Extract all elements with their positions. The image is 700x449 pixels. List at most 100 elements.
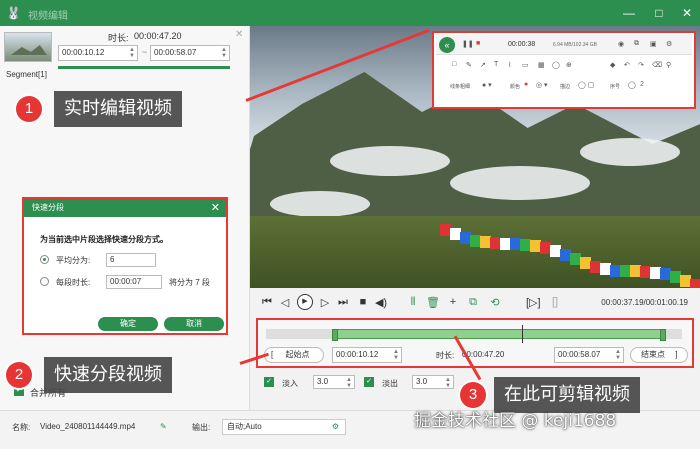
recording-toolbar-top: « ❚❚ ■ 00:00:38 6.94 MB/102.34 GB ◉ ⧉ ▣ … <box>436 35 692 55</box>
highlight-tool-icon[interactable]: ▭ <box>522 61 529 69</box>
pin-icon[interactable]: ⚲ <box>666 61 671 69</box>
dialog-close-icon[interactable]: ✕ <box>211 199 220 217</box>
video-cloud <box>330 146 450 176</box>
fade-in-label: 淡入 <box>282 379 298 388</box>
color-red-swatch[interactable]: ● <box>524 81 528 88</box>
set-end-button[interactable]: 结束点 ] <box>630 347 688 363</box>
spinner-icon[interactable]: ▲ ▼ <box>221 47 227 59</box>
segment-thumbnail[interactable] <box>4 32 52 62</box>
video-cloud <box>270 191 370 217</box>
mark-in-icon[interactable]: [▷] <box>526 296 541 309</box>
spinner-icon[interactable]: ▲ ▼ <box>129 47 135 59</box>
camera-icon[interactable]: ◉ <box>618 40 624 48</box>
output-settings-icon[interactable]: ⚙ <box>332 420 339 434</box>
arrow-tool-icon[interactable]: ↗ <box>480 61 486 69</box>
delete-icon[interactable]: 🗑 <box>426 296 440 309</box>
fade-out-value: 3.0 <box>416 377 428 386</box>
pause-icon[interactable]: ❚❚ <box>462 40 474 48</box>
dialog-prompt: 为当前选中片段选择快速分段方式。 <box>40 235 168 244</box>
spinner-icon[interactable]: ▲ ▼ <box>445 377 451 389</box>
app-logo-icon: 🐰 <box>6 6 21 20</box>
split-duration-radio[interactable] <box>40 277 49 286</box>
maximize-button[interactable]: □ <box>650 4 668 22</box>
timeline-track[interactable] <box>266 325 682 343</box>
redo-icon[interactable]: ↷ <box>638 61 644 69</box>
edit-name-icon[interactable]: ✎ <box>160 422 167 431</box>
record-icon[interactable]: ▣ <box>650 40 657 48</box>
trim-start-handle[interactable] <box>332 329 338 341</box>
settings-icon[interactable]: ⚙ <box>666 40 672 48</box>
number-selector[interactable]: ◯ <box>628 81 636 89</box>
play-icon[interactable]: ▶ <box>297 294 313 310</box>
line-width-selector[interactable]: ● ▾ <box>482 81 492 89</box>
spinner-icon[interactable]: ▲ ▼ <box>393 349 399 361</box>
app-window: { "titlebar": {"title": "视频编辑", "minimiz… <box>0 0 700 449</box>
split-duration-label: 每段时长: <box>56 278 91 287</box>
step-back-icon[interactable]: ◁ <box>278 296 292 309</box>
stop-icon[interactable]: ■ <box>356 296 370 308</box>
timeline-selection[interactable] <box>332 329 666 341</box>
dialog-header: 快速分段 ✕ <box>24 199 226 217</box>
color-picker[interactable]: ◎ ▾ <box>536 81 548 89</box>
trim-duration-label: 时长: <box>436 351 455 360</box>
reset-icon[interactable]: ⟲ <box>488 296 502 309</box>
dialog-ok-button[interactable]: 确定 <box>98 317 158 331</box>
callout-badge-3: 3 <box>460 382 486 408</box>
stroke-selector[interactable]: ◯ ▢ <box>578 81 594 89</box>
fade-out-checkbox[interactable]: ✓ <box>364 377 374 387</box>
pen-tool-icon[interactable]: ✎ <box>466 61 472 69</box>
playhead[interactable] <box>522 325 523 343</box>
set-start-label: 起始点 <box>285 350 310 359</box>
trim-start-input[interactable]: 00:00:10.12 ▲ ▼ <box>332 347 402 363</box>
collapse-icon[interactable]: « <box>439 37 455 53</box>
trim-start-value: 00:00:10.12 <box>336 350 379 359</box>
rectangle-tool-icon[interactable]: □ <box>452 61 456 68</box>
undo-icon[interactable]: ↶ <box>624 61 630 69</box>
set-start-button[interactable]: [ 起始点 <box>264 347 324 363</box>
line-tool-icon[interactable]: ⌇ <box>508 61 511 69</box>
trim-end-value: 00:00:58.07 <box>558 350 601 359</box>
fade-in-input[interactable]: 3.0 ▲ ▼ <box>313 375 355 389</box>
add-icon[interactable]: + <box>446 296 460 308</box>
text-tool-icon[interactable]: T <box>494 61 498 68</box>
output-value: 自动;Auto <box>227 422 262 431</box>
stop-icon[interactable]: ■ <box>476 40 480 47</box>
trim-end-input[interactable]: 00:00:58.07 ▲ ▼ <box>554 347 624 363</box>
split-icon[interactable]: ⫴ <box>406 296 420 309</box>
step-forward-icon[interactable]: ▷ <box>318 296 332 309</box>
eraser-icon[interactable]: ◆ <box>610 61 615 69</box>
recording-size: 6.94 MB/102.34 GB <box>553 42 597 48</box>
segment-close-icon[interactable]: ✕ <box>235 29 243 40</box>
prev-frame-icon[interactable]: ⏮ <box>260 296 274 309</box>
screenshot-icon[interactable]: ⧉ <box>634 40 639 48</box>
copy-icon[interactable]: ⧉ <box>466 296 480 309</box>
split-count-value: 6 <box>110 255 115 264</box>
output-select[interactable]: 自动;Auto ⚙ <box>222 419 346 435</box>
laser-tool-icon[interactable]: ⊕ <box>566 61 572 69</box>
spinner-icon[interactable]: ▲ ▼ <box>346 377 352 389</box>
close-button[interactable]: ✕ <box>678 4 696 22</box>
split-duration-input[interactable]: 00:00:07 <box>106 275 162 289</box>
mark-out-icon[interactable]: [] <box>548 296 562 308</box>
next-frame-icon[interactable]: ⏭ <box>336 296 350 309</box>
dialog-cancel-button[interactable]: 取消 <box>164 317 224 331</box>
fade-in-checkbox[interactable]: ✓ <box>264 377 274 387</box>
segment-label: Segment[1] <box>6 70 47 79</box>
trim-end-handle[interactable] <box>660 329 666 341</box>
fade-out-input[interactable]: 3.0 ▲ ▼ <box>412 375 454 389</box>
spinner-icon[interactable]: ▲ ▼ <box>615 349 621 361</box>
volume-icon[interactable]: ◀) <box>374 296 388 309</box>
clear-icon[interactable]: ⌫ <box>652 61 662 69</box>
output-label: 输出: <box>192 423 211 432</box>
segment-duration: 00:00:47.20 <box>134 31 182 41</box>
split-average-radio[interactable] <box>40 255 49 264</box>
ellipse-tool-icon[interactable]: ◯ <box>552 61 560 69</box>
number-value[interactable]: 2 <box>640 81 644 88</box>
segment-end-input[interactable]: 00:00:58.07 ▲ ▼ <box>150 45 230 61</box>
segment-start-input[interactable]: 00:00:10.12 ▲ ▼ <box>58 45 138 61</box>
fade-in-value: 3.0 <box>317 377 329 386</box>
minimize-button[interactable]: — <box>620 4 638 22</box>
mosaic-tool-icon[interactable]: ▦ <box>538 61 545 69</box>
watermark: 掘金技术社区 @ keji1688 <box>414 411 617 431</box>
split-count-input[interactable]: 6 <box>106 253 156 267</box>
